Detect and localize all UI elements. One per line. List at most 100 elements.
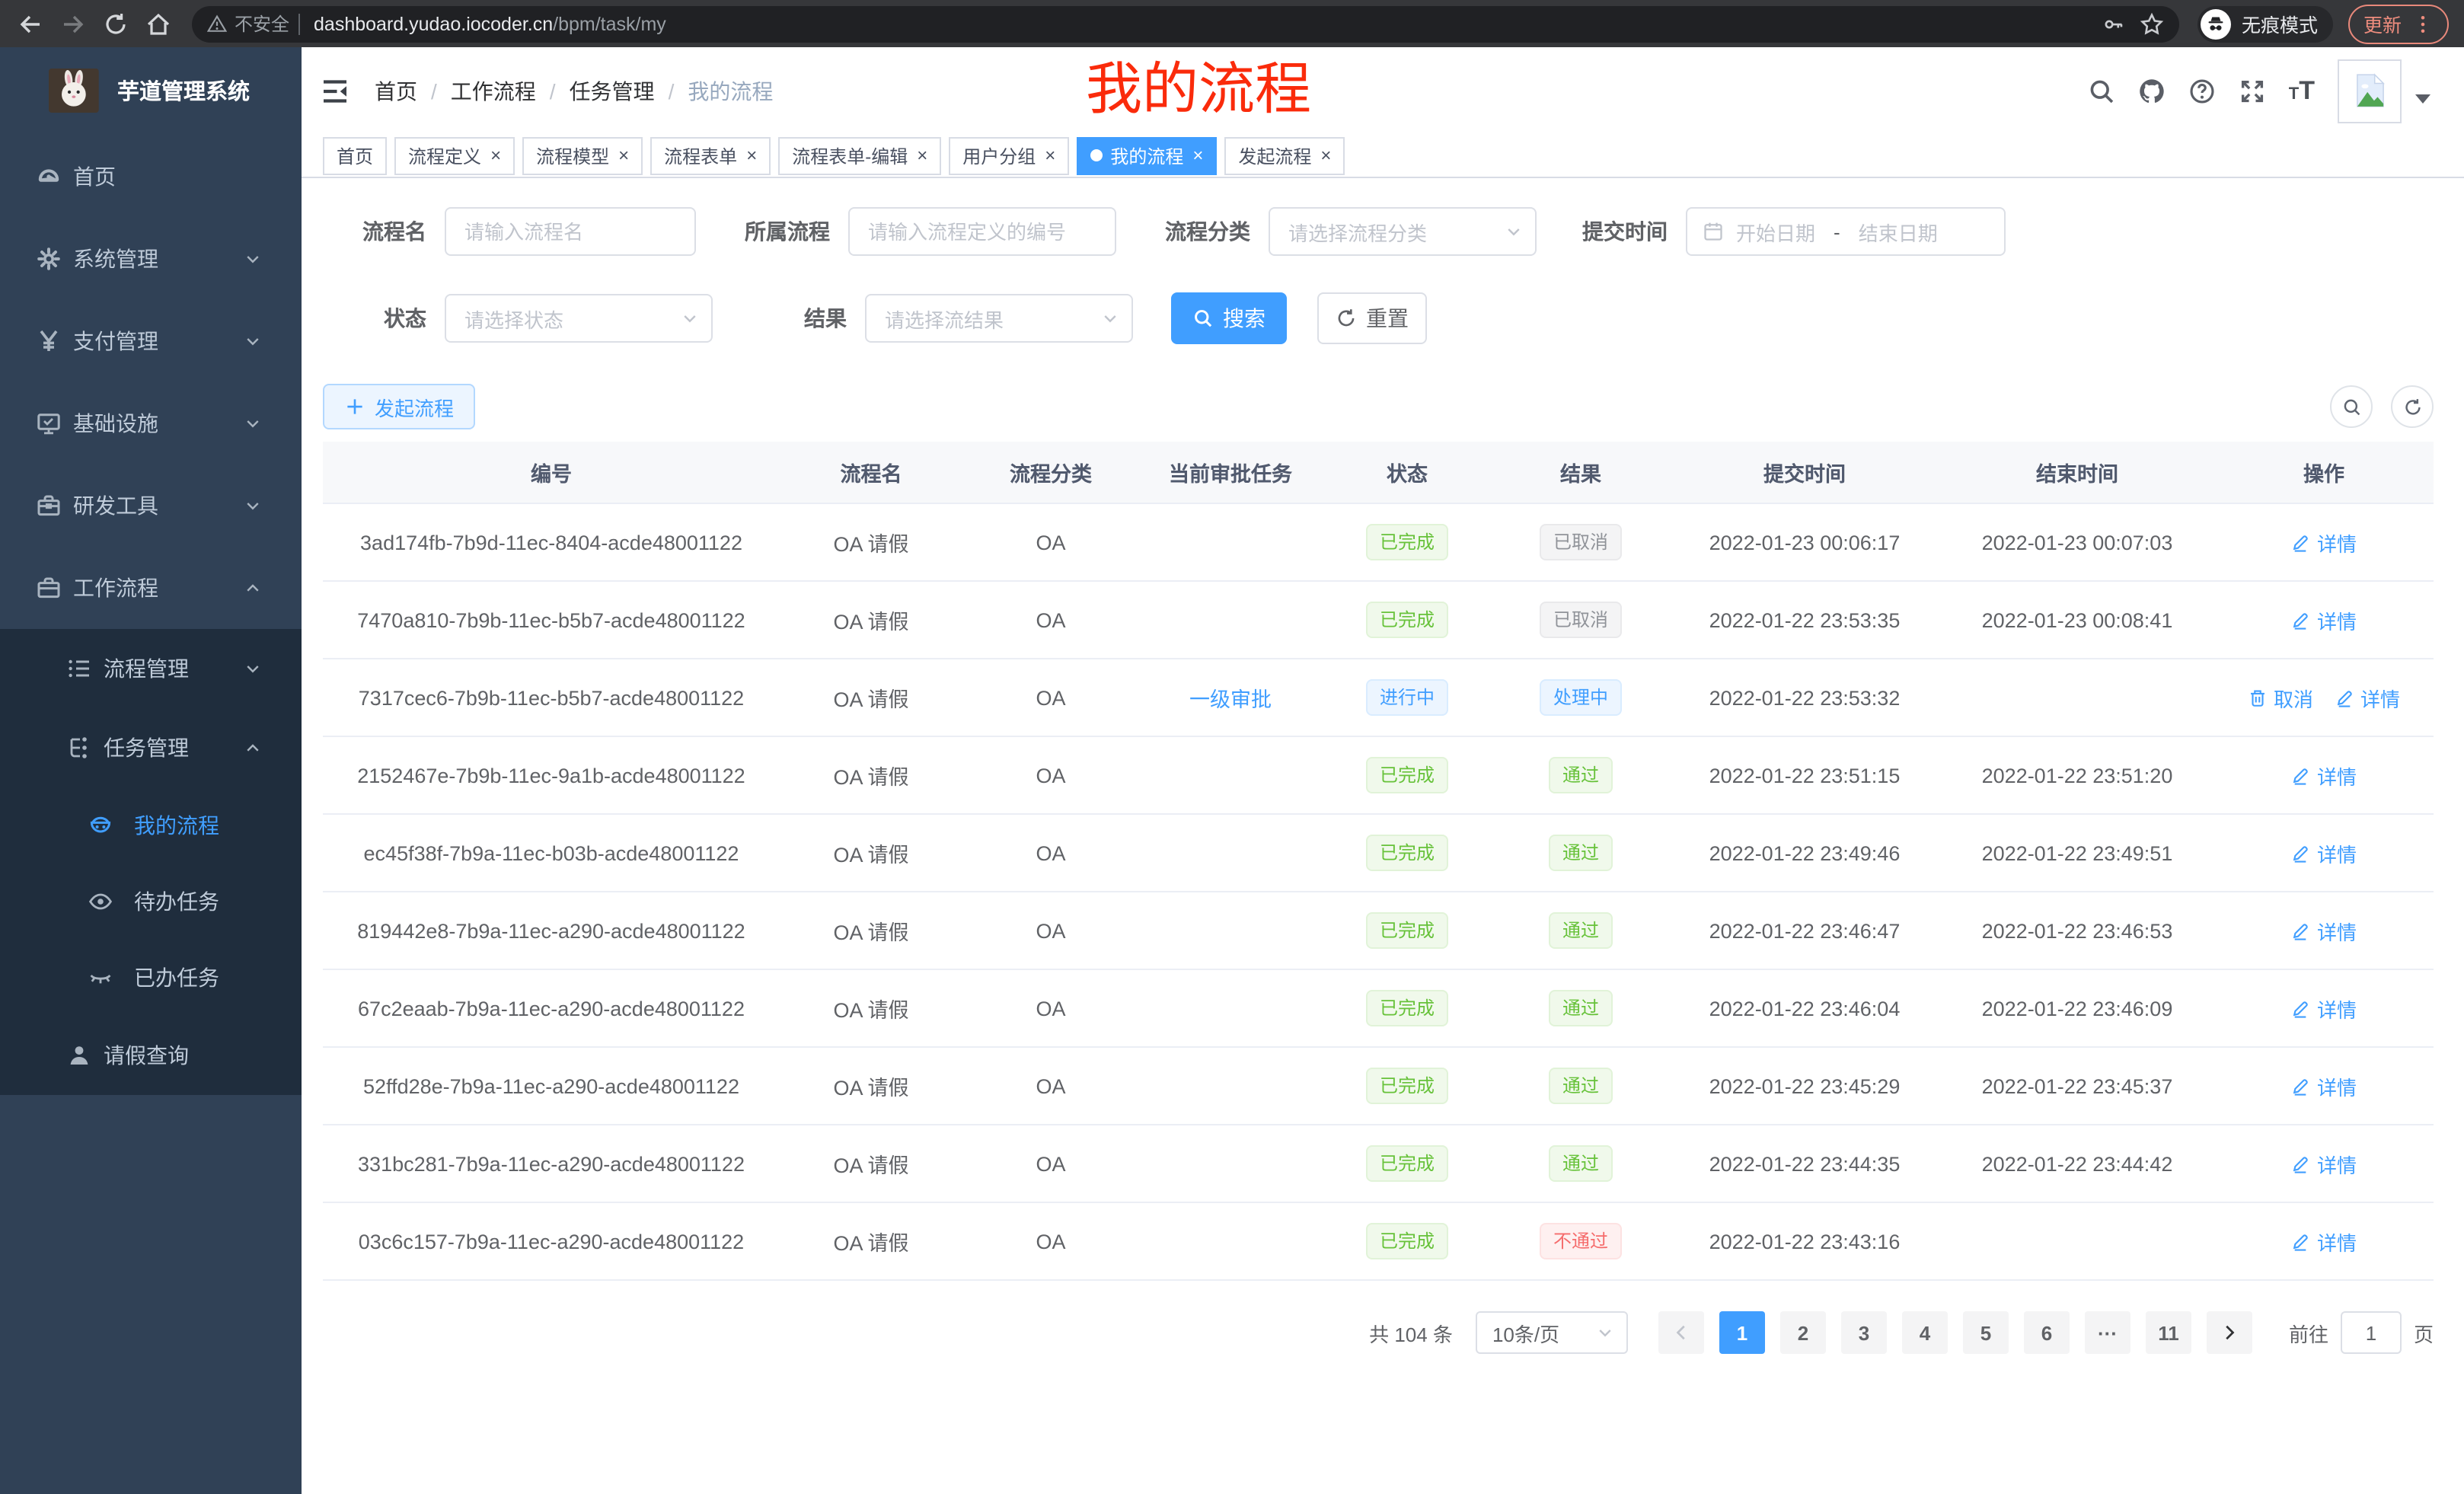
breadcrumb-item[interactable]: 任务管理 [570,75,655,106]
cell-submit-time: 2022-01-22 23:45:29 [1669,1047,1940,1125]
close-tab-icon[interactable]: × [1320,146,1331,164]
password-key-icon[interactable] [2103,13,2124,34]
browser-back-button[interactable] [12,5,49,42]
detail-link[interactable]: 详情 [2291,761,2357,790]
github-icon[interactable] [2138,77,2166,104]
breadcrumb-item[interactable]: 首页 [375,75,417,106]
detail-link[interactable]: 详情 [2291,994,2357,1023]
close-tab-icon[interactable]: × [490,146,501,164]
parent-process-field[interactable] [848,207,1116,256]
page-button-3[interactable]: 3 [1841,1311,1887,1354]
sidebar-item-label: 首页 [73,161,116,192]
browser-reload-button[interactable] [97,5,134,42]
tab-process-def[interactable]: 流程定义× [394,136,515,174]
tab-process-form[interactable]: 流程表单× [650,136,771,174]
browser-forward-button[interactable] [55,5,91,42]
status-badge: 已完成 [1366,602,1448,638]
process-name-input[interactable] [446,209,694,254]
detail-link[interactable]: 详情 [2291,916,2357,945]
status-select[interactable]: 请选择状态 [445,294,713,343]
help-icon[interactable] [2188,77,2216,104]
prev-page-button[interactable] [1658,1311,1704,1354]
sidebar-item-task-manage[interactable]: 任务管理 [0,708,302,787]
cell-category: OA [962,1125,1139,1202]
current-task-link[interactable]: 一级审批 [1189,688,1272,711]
browser-home-button[interactable] [140,5,177,42]
detail-link[interactable]: 详情 [2291,1227,2357,1256]
address-bar[interactable]: 不安全 dashboard.yudao.iocoder.cn /bpm/task… [192,5,2179,42]
page-ellipsis-button[interactable]: ··· [2085,1311,2130,1354]
avatar-dropdown-caret-icon[interactable] [2415,94,2430,103]
parent-process-input[interactable] [850,209,1115,254]
page-button-11[interactable]: 11 [2146,1311,2191,1354]
sidebar-item-system[interactable]: 系统管理 [0,218,302,300]
reset-button[interactable]: 重置 [1317,292,1427,344]
edit-icon [2291,1231,2311,1251]
detail-link[interactable]: 详情 [2291,1071,2357,1100]
sidebar-item-payment[interactable]: 支付管理 [0,300,302,382]
close-tab-icon[interactable]: × [618,146,629,164]
detail-link[interactable]: 详情 [2335,683,2400,712]
edit-icon [2291,532,2311,552]
tab-process-form-edit[interactable]: 流程表单-编辑× [778,136,941,174]
sidebar-item-infra[interactable]: 基础设施 [0,382,302,464]
page-button-5[interactable]: 5 [1963,1311,2009,1354]
show-search-button[interactable] [2330,385,2373,428]
avatar[interactable] [2338,59,2402,123]
sidebar-item-leave-query[interactable]: 请假查询 [0,1016,302,1095]
detail-link[interactable]: 详情 [2291,528,2357,557]
kebab-menu-icon[interactable] [2412,13,2434,34]
page-button-1[interactable]: 1 [1719,1311,1765,1354]
cell-operations: 详情 [2214,581,2434,659]
cell-operations: 详情 [2214,892,2434,969]
goto-page-input[interactable] [2341,1311,2402,1354]
tab-process-model[interactable]: 流程模型× [522,136,643,174]
sidebar-item-my-process[interactable]: 我的流程 [0,787,302,864]
detail-link[interactable]: 详情 [2291,838,2357,867]
breadcrumb-item[interactable]: 工作流程 [451,75,536,106]
tab-label: 我的流程 [1110,142,1183,168]
page-size-select[interactable]: 10条/页 [1476,1311,1628,1354]
security-label[interactable]: 不安全 [235,11,289,37]
next-page-button[interactable] [2207,1311,2252,1354]
font-size-icon[interactable]: TT [2289,78,2315,104]
bookmark-star-icon[interactable] [2140,11,2164,36]
close-tab-icon[interactable]: × [1192,146,1203,164]
cell-operations: 详情 [2214,503,2434,581]
tab-user-group[interactable]: 用户分组× [949,136,1069,174]
result-select[interactable]: 请选择流结果 [865,294,1133,343]
status-label: 状态 [353,303,426,334]
detail-link[interactable]: 详情 [2291,605,2357,634]
search-icon[interactable] [2088,77,2115,104]
close-tab-icon[interactable]: × [1045,146,1055,164]
submit-time-range-picker[interactable]: 开始日期 - 结束日期 [1686,207,2006,256]
tab-start-process[interactable]: 发起流程× [1224,136,1345,174]
sidebar-item-home[interactable]: 首页 [0,136,302,218]
close-tab-icon[interactable]: × [917,146,927,164]
table-row: 03c6c157-7b9a-11ec-a290-acde48001122OA 请… [323,1202,2434,1280]
close-tab-icon[interactable]: × [746,146,757,164]
sidebar-item-workflow[interactable]: 工作流程 [0,547,302,629]
sidebar-item-todo-task[interactable]: 待办任务 [0,864,302,940]
workflow-submenu: 流程管理任务管理我的流程待办任务已办任务请假查询 [0,629,302,1095]
cell-category: OA [962,892,1139,969]
fullscreen-icon[interactable] [2239,77,2266,104]
category-select[interactable]: 请选择流程分类 [1269,207,1537,256]
sidebar-item-devtools[interactable]: 研发工具 [0,464,302,547]
browser-update-button[interactable]: 更新 [2348,4,2449,43]
page-button-6[interactable]: 6 [2024,1311,2070,1354]
process-name-field[interactable] [445,207,696,256]
search-button[interactable]: 搜索 [1171,292,1287,344]
detail-link[interactable]: 详情 [2291,1149,2357,1178]
cancel-link[interactable]: 取消 [2248,683,2313,712]
sidebar-item-done-task[interactable]: 已办任务 [0,940,302,1016]
tab-my-process[interactable]: 我的流程 × [1077,136,1217,174]
refresh-table-button[interactable] [2391,385,2434,428]
sidebar-item-process-manage[interactable]: 流程管理 [0,629,302,708]
hamburger-fold-icon[interactable] [320,75,350,106]
start-process-button[interactable]: 发起流程 [323,384,475,429]
cell-status: 进行中 [1322,659,1492,736]
tab-home[interactable]: 首页 [323,136,387,174]
page-button-4[interactable]: 4 [1902,1311,1948,1354]
page-button-2[interactable]: 2 [1780,1311,1826,1354]
